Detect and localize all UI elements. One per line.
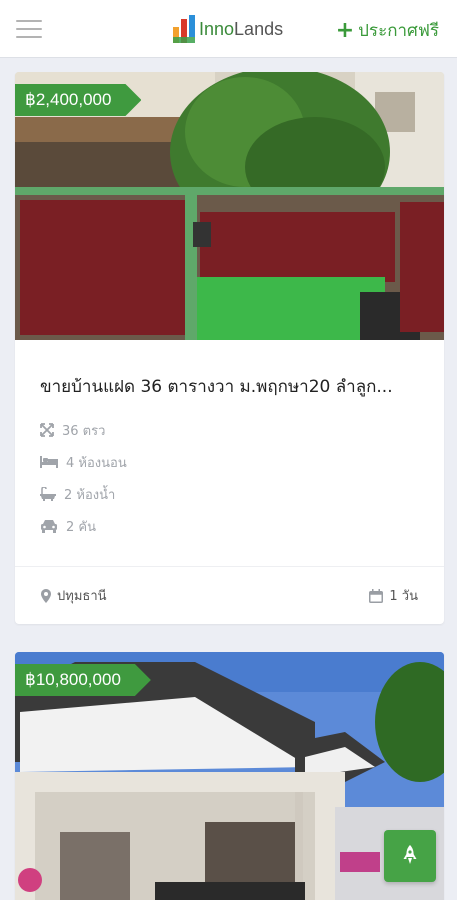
bed-icon (40, 456, 58, 468)
listing-card[interactable]: ฿2,400,000 ขายบ้านแฝด 36 ตารางวา ม.พฤกษา… (15, 72, 444, 624)
feature-bedrooms: 4 ห้องนอน (40, 446, 419, 478)
feature-parking: 2 คัน (40, 510, 419, 542)
logo[interactable]: InnoLands (173, 14, 283, 44)
listing-card[interactable]: ฿10,800,000 (15, 652, 444, 900)
top-bar: InnoLands + ประกาศฟรี (0, 0, 457, 58)
rocket-icon (403, 845, 417, 864)
expand-icon (40, 423, 54, 437)
listing-photo[interactable]: ฿2,400,000 (15, 72, 444, 340)
bathtub-icon (40, 487, 56, 501)
logo-icon (173, 15, 195, 43)
feature-area: 36 ตรว (40, 414, 419, 446)
plus-icon: + (335, 17, 355, 43)
posted-time: 1 วัน (369, 585, 418, 606)
logo-text: InnoLands (199, 18, 284, 39)
post-free-label: ประกาศฟรี (358, 21, 439, 41)
card-footer: ปทุมธานี 1 วัน (15, 566, 444, 624)
calendar-icon (369, 588, 384, 603)
location: ปทุมธานี (41, 585, 107, 606)
price-tag: ฿10,800,000 (15, 664, 151, 696)
feature-list: 36 ตรว 4 ห้องนอน 2 ห้องน้ำ 2 คัน (40, 414, 419, 542)
price-tag: ฿2,400,000 (15, 84, 141, 116)
hamburger-icon[interactable] (16, 20, 42, 40)
post-free-button[interactable]: + ประกาศฟรี (336, 17, 439, 44)
listing-title[interactable]: ขายบ้านแฝด 36 ตารางวา ม.พฤกษา20 ลำลูก... (40, 373, 420, 400)
location-label: ปทุมธานี (57, 589, 107, 604)
posted-time-label: 1 วัน (389, 589, 418, 604)
car-icon (41, 520, 57, 533)
rocket-button[interactable] (384, 830, 436, 882)
feature-bathrooms: 2 ห้องน้ำ (40, 478, 419, 510)
map-pin-icon (41, 588, 51, 603)
listing-photo[interactable]: ฿10,800,000 (15, 652, 444, 900)
